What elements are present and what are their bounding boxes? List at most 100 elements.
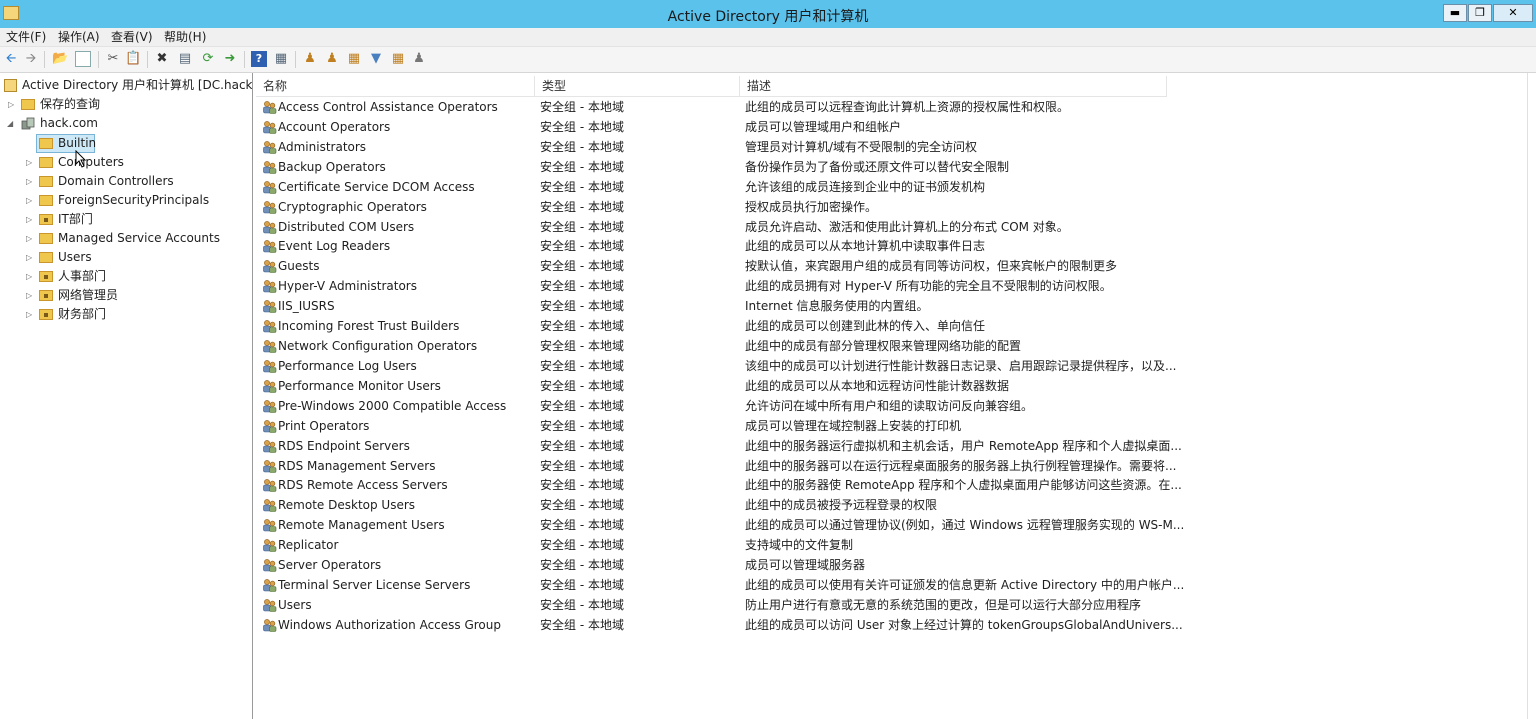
expand-arrow-icon[interactable]: ▷ xyxy=(26,248,34,267)
list-item[interactable]: Pre-Windows 2000 Compatible Access 安全组 - … xyxy=(256,396,1256,416)
group-description: 此组的成员可以创建到此林的传入、单向信任 xyxy=(745,319,986,334)
forward-arrow-icon[interactable]: 🡪 xyxy=(23,51,39,67)
list-item[interactable]: Remote Desktop Users 安全组 - 本地域 此组中的成员被授予远程… xyxy=(256,495,1256,515)
column-header-description[interactable]: 描述 xyxy=(740,76,1167,96)
list-item[interactable]: Network Configuration Operators 安全组 - 本地域… xyxy=(256,336,1256,356)
list-item[interactable]: Account Operators 安全组 - 本地域 成员可以管理域用户和组帐户 xyxy=(256,117,1256,137)
list-item[interactable]: Backup Operators 安全组 - 本地域 备份操作员为了备份或还原文件可… xyxy=(256,157,1256,177)
tree-item-saved-queries[interactable]: ▷ 保存的查询 xyxy=(0,95,250,114)
tree-item-child[interactable]: ▷ ForeignSecurityPrincipals xyxy=(0,191,250,210)
export-list-icon[interactable]: ➜ xyxy=(222,51,238,67)
expand-arrow-icon[interactable]: ▷ xyxy=(26,267,34,286)
tree-item-domain[interactable]: ◢ hack.com xyxy=(0,114,250,133)
list-item[interactable]: Server Operators 安全组 - 本地域 成员可以管理域服务器 xyxy=(256,555,1256,575)
tree-item-child[interactable]: ▷ IT部门 xyxy=(0,210,250,229)
back-arrow-icon[interactable]: 🡨 xyxy=(3,51,19,67)
list-item[interactable]: Windows Authorization Access Group 安全组 - … xyxy=(256,615,1256,635)
expand-arrow-icon[interactable]: ▷ xyxy=(26,210,34,229)
menu-action[interactable]: 操作(A) xyxy=(58,29,100,45)
filter-icon[interactable]: ▼ xyxy=(368,51,384,67)
list-item[interactable]: Certificate Service DCOM Access 安全组 - 本地域… xyxy=(256,177,1256,197)
tree-item-builtin[interactable]: Builtin xyxy=(0,134,250,153)
list-item[interactable]: Guests 安全组 - 本地域 按默认值，来宾跟用户组的成员有同等访问权，但来宾帐… xyxy=(256,256,1256,276)
group-name: Certificate Service DCOM Access xyxy=(278,179,475,194)
tree-root-label: Active Directory 用户和计算机 [DC.hack.com xyxy=(22,78,253,92)
list-item[interactable]: Incoming Forest Trust Builders 安全组 - 本地域 此… xyxy=(256,316,1256,336)
group-type: 安全组 - 本地域 xyxy=(540,139,624,154)
group-type: 安全组 - 本地域 xyxy=(540,558,624,573)
list-item[interactable]: Remote Management Users 安全组 - 本地域 此组的成员可以通… xyxy=(256,515,1256,535)
tree-item-child[interactable]: ▷ Domain Controllers xyxy=(0,172,250,191)
minimize-button[interactable]: ▬ xyxy=(1443,4,1467,22)
toolbar-separator xyxy=(44,51,45,68)
group-type: 安全组 - 本地域 xyxy=(540,538,624,553)
group-description: 此组中的服务器运行虚拟机和主机会话，用户 RemoteApp 程序和个人虚拟桌面… xyxy=(745,438,1182,453)
security-group-icon xyxy=(263,160,277,174)
new-group-icon[interactable]: ♟ xyxy=(324,51,340,67)
list-item[interactable]: Terminal Server License Servers 安全组 - 本地域… xyxy=(256,575,1256,595)
folder-icon xyxy=(39,290,53,301)
new-ou-icon[interactable]: ▦ xyxy=(346,51,362,67)
add-to-group-icon[interactable]: ♟ xyxy=(411,51,427,67)
show-hide-tree-icon[interactable] xyxy=(75,51,91,67)
expand-arrow-icon[interactable]: ▷ xyxy=(8,95,16,114)
copy-icon[interactable]: 📋 xyxy=(125,51,141,67)
expand-arrow-icon[interactable]: ▷ xyxy=(26,153,34,172)
refresh-icon[interactable]: ⟳ xyxy=(200,51,216,67)
delete-icon[interactable]: ✖ xyxy=(154,51,170,67)
group-name: Pre-Windows 2000 Compatible Access xyxy=(278,398,507,413)
menu-file[interactable]: 文件(F) xyxy=(6,29,46,45)
folder-icon xyxy=(39,271,53,282)
tree-item-child[interactable]: ▷ Computers xyxy=(0,153,250,172)
group-description: 此组的成员可以从本地和远程访问性能计数器数据 xyxy=(745,378,1010,393)
up-folder-icon[interactable]: 📂 xyxy=(52,51,68,67)
security-group-icon xyxy=(263,379,277,393)
expand-arrow-icon[interactable]: ▷ xyxy=(26,229,34,248)
console-icon[interactable]: ▦ xyxy=(273,51,289,67)
tree-item-child[interactable]: ▷ 人事部门 xyxy=(0,267,250,286)
list-item[interactable]: RDS Remote Access Servers 安全组 - 本地域 此组中的服务… xyxy=(256,475,1256,495)
cut-icon[interactable]: ✂ xyxy=(105,51,121,67)
list-item[interactable]: Users 安全组 - 本地域 防止用户进行有意或无意的系统范围的更改，但是可以运行… xyxy=(256,595,1256,615)
list-item[interactable]: Administrators 安全组 - 本地域 管理员对计算机/域有不受限制的完全… xyxy=(256,137,1256,157)
help-icon[interactable]: ? xyxy=(251,51,267,67)
collapse-arrow-icon[interactable]: ◢ xyxy=(7,114,15,133)
column-header-type[interactable]: 类型 xyxy=(535,76,740,96)
group-type: 安全组 - 本地域 xyxy=(540,179,624,194)
column-header-name[interactable]: 名称 xyxy=(256,76,535,96)
list-item[interactable]: RDS Endpoint Servers 安全组 - 本地域 此组中的服务器运行虚拟… xyxy=(256,436,1256,456)
new-user-icon[interactable]: ♟ xyxy=(302,51,318,67)
list-item[interactable]: Event Log Readers 安全组 - 本地域 此组的成员可以从本地计算机中… xyxy=(256,236,1256,256)
find-icon[interactable]: ▦ xyxy=(390,51,406,67)
tree-item-child[interactable]: ▷ Users xyxy=(0,248,250,267)
menu-help[interactable]: 帮助(H) xyxy=(164,29,206,45)
list-item[interactable]: Distributed COM Users 安全组 - 本地域 成员允许启动、激活和… xyxy=(256,217,1256,237)
close-button[interactable]: ✕ xyxy=(1493,4,1533,22)
security-group-icon xyxy=(263,579,277,592)
list-item[interactable]: Performance Monitor Users 安全组 - 本地域 此组的成员可… xyxy=(256,376,1256,396)
list-item[interactable]: IIS_IUSRS 安全组 - 本地域 Internet 信息服务使用的内置组。 xyxy=(256,296,1256,316)
list-item[interactable]: Access Control Assistance Operators 安全组 -… xyxy=(256,97,1256,117)
tree-item-child[interactable]: ▷ 网络管理员 xyxy=(0,286,250,305)
tree-root[interactable]: Active Directory 用户和计算机 [DC.hack.com xyxy=(4,76,252,95)
restore-button[interactable]: ❐ xyxy=(1468,4,1492,22)
menu-view[interactable]: 查看(V) xyxy=(111,29,153,45)
group-type: 安全组 - 本地域 xyxy=(540,199,624,214)
group-description: 备份操作员为了备份或还原文件可以替代安全限制 xyxy=(745,159,1010,174)
expand-arrow-icon[interactable]: ▷ xyxy=(26,172,34,191)
properties-icon[interactable]: ▤ xyxy=(177,51,193,67)
list-item[interactable]: Performance Log Users 安全组 - 本地域 该组中的成员可以计划… xyxy=(256,356,1256,376)
list-item[interactable]: Hyper-V Administrators 安全组 - 本地域 此组的成员拥有对 … xyxy=(256,276,1256,296)
list-item[interactable]: Replicator 安全组 - 本地域 支持域中的文件复制 xyxy=(256,535,1256,555)
group-description: 该组中的成员可以计划进行性能计数器日志记录、启用跟踪记录提供程序，以及... xyxy=(745,358,1177,373)
tree-item-child[interactable]: ▷ 财务部门 xyxy=(0,305,250,324)
list-item[interactable]: Cryptographic Operators 安全组 - 本地域 授权成员执行加密… xyxy=(256,197,1256,217)
expand-arrow-icon[interactable]: ▷ xyxy=(26,191,34,210)
list-item[interactable]: RDS Management Servers 安全组 - 本地域 此组中的服务器可以… xyxy=(256,456,1256,476)
expand-arrow-icon[interactable]: ▷ xyxy=(26,286,34,305)
vertical-scrollbar[interactable] xyxy=(1527,73,1536,719)
list-item[interactable]: Print Operators 安全组 - 本地域 成员可以管理在域控制器上安装的打… xyxy=(256,416,1256,436)
group-type: 安全组 - 本地域 xyxy=(540,617,624,632)
expand-arrow-icon[interactable]: ▷ xyxy=(26,305,34,324)
tree-item-child[interactable]: ▷ Managed Service Accounts xyxy=(0,229,250,248)
